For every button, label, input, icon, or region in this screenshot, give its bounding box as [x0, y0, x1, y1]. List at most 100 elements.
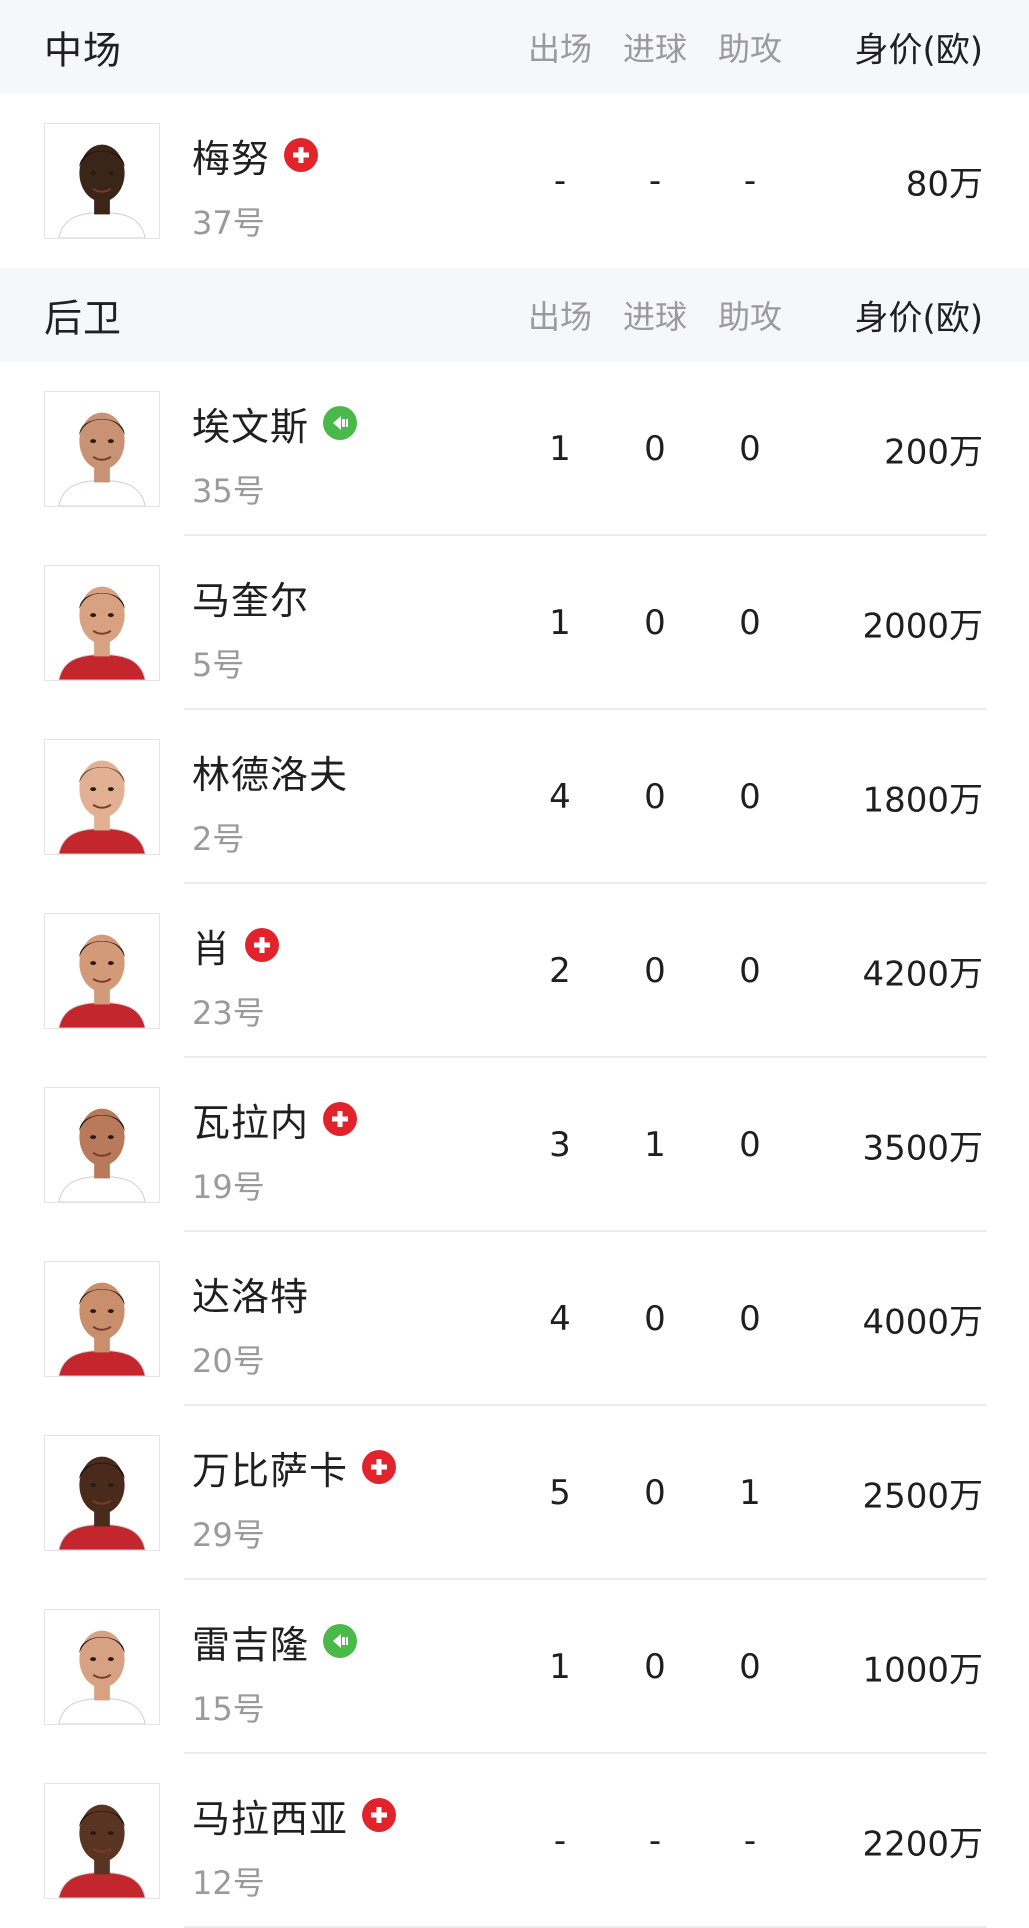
player-avatar — [44, 1261, 160, 1377]
player-assists: 0 — [739, 951, 761, 991]
player-apps: - — [553, 1821, 567, 1861]
player-market-value: 80万 — [905, 164, 983, 205]
player-avatar — [44, 391, 160, 507]
player-assists: 0 — [739, 1647, 761, 1687]
player-name-line: 梅努 — [192, 130, 319, 181]
player-apps: 4 — [549, 777, 571, 817]
injury-cross-icon — [245, 928, 280, 962]
player-market-value: 4200万 — [862, 954, 983, 995]
player-number: 29号 — [192, 1516, 265, 1554]
player-apps: 1 — [549, 1647, 571, 1687]
player-name-line: 达洛特 — [192, 1268, 310, 1319]
player-name-line: 马拉西亚 — [192, 1790, 397, 1841]
player-goals: 0 — [644, 429, 666, 469]
player-assists: 0 — [739, 1125, 761, 1165]
player-row[interactable]: 埃文斯 35号 1 0 0 200万 — [0, 362, 1029, 536]
player-avatar — [44, 123, 160, 239]
injury-cross-icon — [323, 1102, 358, 1136]
column-assists-label: 助攻 — [717, 30, 783, 68]
player-name-line: 肖 — [192, 920, 280, 971]
column-apps-label: 出场 — [527, 298, 593, 336]
player-goals: - — [648, 1821, 662, 1861]
section-title: 中场 — [44, 28, 123, 73]
player-name: 林德洛夫 — [192, 752, 349, 797]
player-market-value: 1000万 — [862, 1650, 983, 1691]
player-avatar — [44, 1087, 160, 1203]
injury-cross-icon — [362, 1450, 397, 1484]
injury-cross-icon — [362, 1798, 397, 1832]
player-name: 马奎尔 — [192, 578, 310, 623]
player-row[interactable]: 雷吉隆 15号 1 0 0 1000万 — [0, 1580, 1029, 1754]
player-goals: 0 — [644, 603, 666, 643]
player-apps: 5 — [549, 1473, 571, 1513]
player-name: 梅努 — [192, 136, 271, 181]
section-header: 中场 出场 进球 助攻 身价(欧) — [0, 0, 1029, 94]
player-avatar — [44, 1783, 160, 1899]
injury-cross-icon — [284, 138, 319, 172]
player-row[interactable]: 肖 23号 2 0 0 4200万 — [0, 884, 1029, 1058]
player-number: 20号 — [192, 1342, 265, 1380]
player-market-value: 200万 — [884, 432, 983, 473]
player-avatar — [44, 565, 160, 681]
player-row[interactable]: 林德洛夫 2号 4 0 0 1800万 — [0, 710, 1029, 884]
player-number: 35号 — [192, 472, 265, 510]
player-assists: - — [743, 1821, 757, 1861]
player-name-line: 瓦拉内 — [192, 1094, 358, 1145]
player-market-value: 2500万 — [862, 1476, 983, 1517]
player-number: 5号 — [192, 646, 245, 684]
player-goals: 0 — [644, 951, 666, 991]
player-name-line: 万比萨卡 — [192, 1442, 397, 1493]
player-goals: 1 — [644, 1125, 666, 1165]
player-market-value: 1800万 — [862, 780, 983, 821]
player-assists: 0 — [739, 603, 761, 643]
player-assists: 1 — [739, 1473, 761, 1513]
player-apps: 2 — [549, 951, 571, 991]
player-goals: 0 — [644, 1647, 666, 1687]
player-apps: 1 — [549, 429, 571, 469]
player-market-value: 2200万 — [862, 1824, 983, 1865]
player-row[interactable]: 瓦拉内 19号 3 1 0 3500万 — [0, 1058, 1029, 1232]
player-number: 37号 — [192, 204, 265, 242]
player-assists: 0 — [739, 429, 761, 469]
substitute-in-icon — [323, 406, 358, 440]
player-goals: - — [648, 161, 662, 201]
substitute-in-icon — [323, 1624, 358, 1658]
player-row[interactable]: 马奎尔 5号 1 0 0 2000万 — [0, 536, 1029, 710]
section-title: 后卫 — [44, 296, 123, 341]
player-name-line: 林德洛夫 — [192, 746, 349, 797]
column-value-label: 身价(欧) — [854, 30, 983, 71]
player-row[interactable]: 达洛特 20号 4 0 0 4000万 — [0, 1232, 1029, 1406]
player-row[interactable]: 万比萨卡 29号 5 0 1 2500万 — [0, 1406, 1029, 1580]
player-name: 埃文斯 — [192, 404, 310, 449]
player-number: 23号 — [192, 994, 265, 1032]
squad-list: 中场 出场 进球 助攻 身价(欧) 梅努 37号 - - -80万 后卫 出场 进球 助攻 身价(欧) 埃文斯… — [0, 0, 1029, 1928]
player-row[interactable]: 梅努 37号 - - - 80万 — [0, 94, 1029, 268]
player-market-value: 4000万 — [862, 1302, 983, 1343]
column-goals-label: 进球 — [622, 298, 688, 336]
player-name: 达洛特 — [192, 1274, 310, 1319]
player-row[interactable]: 马拉西亚 12号 - - - 2200万 — [0, 1754, 1029, 1928]
player-goals: 0 — [644, 777, 666, 817]
player-name: 肖 — [192, 926, 232, 971]
player-assists: 0 — [739, 1299, 761, 1339]
player-avatar — [44, 913, 160, 1029]
player-number: 19号 — [192, 1168, 265, 1206]
column-goals-label: 进球 — [622, 30, 688, 68]
player-apps: 4 — [549, 1299, 571, 1339]
column-assists-label: 助攻 — [717, 298, 783, 336]
player-assists: 0 — [739, 777, 761, 817]
player-name-line: 埃文斯 — [192, 398, 358, 449]
section-header: 后卫 出场 进球 助攻 身价(欧) — [0, 268, 1029, 362]
player-name-line: 雷吉隆 — [192, 1616, 358, 1667]
player-number: 15号 — [192, 1690, 265, 1728]
player-name-line: 马奎尔 — [192, 572, 310, 623]
player-apps: 1 — [549, 603, 571, 643]
player-apps: - — [553, 161, 567, 201]
column-apps-label: 出场 — [527, 30, 593, 68]
player-name: 马拉西亚 — [192, 1796, 349, 1841]
player-name: 雷吉隆 — [192, 1622, 310, 1667]
player-market-value: 2000万 — [862, 606, 983, 647]
player-number: 12号 — [192, 1864, 265, 1902]
player-name: 万比萨卡 — [192, 1448, 349, 1493]
player-avatar — [44, 1609, 160, 1725]
